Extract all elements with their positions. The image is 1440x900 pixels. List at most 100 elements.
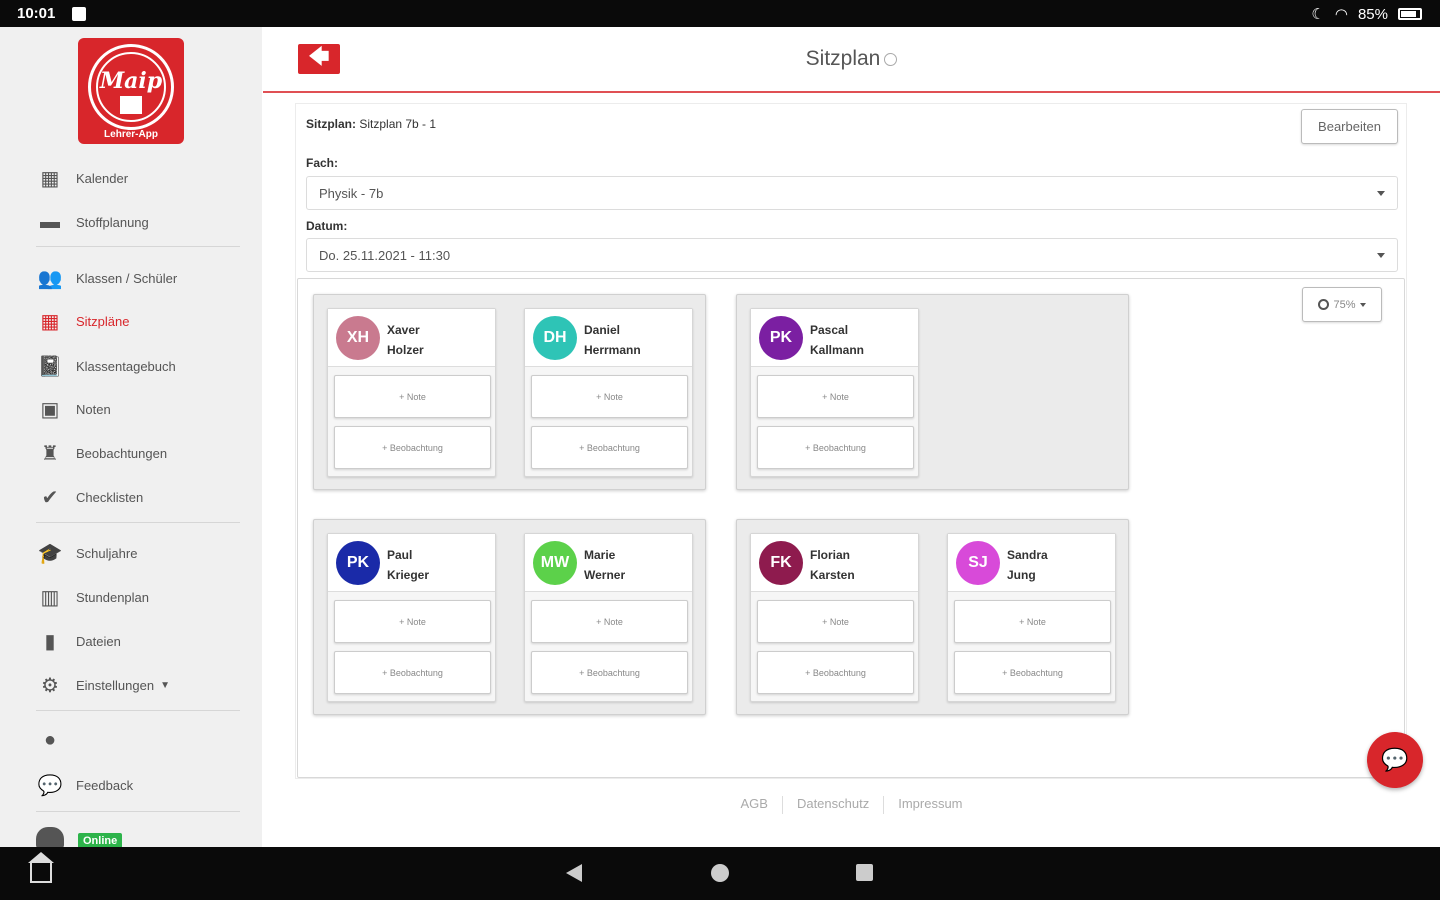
status-bar: 10:01 ☾ ◠ 85% bbox=[0, 0, 1440, 27]
sidebar-item-einstellungen[interactable]: ⚙ Einstellungen ▼ bbox=[36, 671, 170, 699]
seat[interactable]: PK Pascal Kallmann + Note + Beobachtung bbox=[750, 308, 919, 477]
seat[interactable]: FK Florian Karsten + Note + Beobachtung bbox=[750, 533, 919, 702]
online-badge: Online bbox=[78, 833, 123, 847]
sidebar-item-profile[interactable]: ● bbox=[36, 726, 76, 754]
avatar: PK bbox=[759, 316, 803, 360]
comment-icon: 💬 bbox=[37, 774, 63, 797]
subject-select[interactable]: Physik - 7b bbox=[306, 176, 1398, 210]
sidebar-item-noten[interactable]: ▣ Noten bbox=[36, 395, 111, 423]
divider bbox=[36, 246, 240, 247]
recents-icon[interactable] bbox=[856, 864, 873, 881]
system-nav-bar bbox=[0, 847, 1440, 900]
divider bbox=[36, 811, 240, 812]
avatar: PK bbox=[336, 541, 380, 585]
edit-button[interactable]: Bearbeiten bbox=[1301, 109, 1398, 144]
sidebar-item-stoffplanung[interactable]: ▬ Stoffplanung bbox=[36, 208, 149, 236]
notification-icon bbox=[72, 7, 86, 21]
home-icon[interactable] bbox=[28, 852, 54, 883]
add-note-button[interactable]: + Note bbox=[531, 600, 688, 643]
house-icon bbox=[120, 96, 142, 114]
back-triangle-icon[interactable] bbox=[566, 864, 582, 882]
check-circle-icon: ✔ bbox=[41, 486, 59, 509]
page-title: Sitzplan bbox=[263, 47, 1440, 71]
gear-icon: ⚙ bbox=[41, 674, 59, 697]
add-note-button[interactable]: + Note bbox=[334, 375, 491, 418]
wifi-icon: ◠ bbox=[1334, 6, 1348, 23]
binoculars-icon: ♜ bbox=[41, 442, 59, 465]
seating-area: 75% XH Xaver Holzer + Note + Beobachtung … bbox=[297, 278, 1405, 778]
battery-icon bbox=[1398, 8, 1422, 20]
sidebar: Maip Lehrer-App ▦ Kalender ▬ Stoffplanun… bbox=[0, 27, 262, 847]
student-name: Pascal Kallmann bbox=[810, 323, 865, 357]
student-name: Daniel Herrmann bbox=[584, 323, 641, 357]
seat[interactable]: MW Marie Werner + Note + Beobachtung bbox=[524, 533, 693, 702]
caret-down-icon bbox=[1377, 253, 1385, 258]
add-note-button[interactable]: + Note bbox=[757, 600, 914, 643]
seat[interactable]: DH Daniel Herrmann + Note + Beobachtung bbox=[524, 308, 693, 477]
add-note-button[interactable]: + Note bbox=[334, 600, 491, 643]
seat[interactable]: XH Xaver Holzer + Note + Beobachtung bbox=[327, 308, 496, 477]
subject-label: Fach: bbox=[306, 156, 339, 170]
sidebar-item-stundenplan[interactable]: ▥ Stundenplan bbox=[36, 583, 149, 611]
desk[interactable]: PK Pascal Kallmann + Note + Beobachtung bbox=[736, 294, 1129, 490]
sidebar-item-sitzplaene[interactable]: ▦ Sitzpläne bbox=[36, 307, 130, 335]
date-label: Datum: bbox=[306, 219, 348, 233]
desk[interactable]: XH Xaver Holzer + Note + Beobachtung DH D… bbox=[313, 294, 706, 490]
date-select[interactable]: Do. 25.11.2021 - 11:30 bbox=[306, 238, 1398, 272]
moon-icon: ☾ bbox=[1311, 6, 1325, 23]
cloud-icon bbox=[36, 827, 64, 847]
student-name: Xaver Holzer bbox=[387, 323, 424, 357]
seat[interactable]: SJ Sandra Jung + Note + Beobachtung bbox=[947, 533, 1116, 702]
add-note-button[interactable]: + Note bbox=[954, 600, 1111, 643]
add-observation-button[interactable]: + Beobachtung bbox=[757, 651, 914, 694]
student-name: Marie Werner bbox=[584, 548, 626, 582]
grid-icon: ▦ bbox=[40, 310, 60, 333]
user-icon: ● bbox=[43, 728, 57, 751]
add-observation-button[interactable]: + Beobachtung bbox=[531, 426, 688, 469]
student-name: Florian Karsten bbox=[810, 548, 855, 582]
add-observation-button[interactable]: + Beobachtung bbox=[954, 651, 1111, 694]
divider bbox=[36, 522, 240, 523]
sidebar-item-beobachtungen[interactable]: ♜ Beobachtungen bbox=[36, 439, 167, 467]
desk[interactable]: PK Paul Krieger + Note + Beobachtung MW M… bbox=[313, 519, 706, 715]
book-icon: 📓 bbox=[37, 355, 63, 378]
caret-down-icon: ▼ bbox=[160, 679, 170, 691]
comments-icon: 💬 bbox=[1381, 747, 1409, 772]
zoom-dropdown[interactable]: 75% bbox=[1302, 287, 1382, 322]
sidebar-item-checklisten[interactable]: ✔ Checklisten bbox=[36, 483, 144, 511]
home-circle-icon[interactable] bbox=[711, 864, 729, 882]
sidebar-item-feedback[interactable]: 💬 Feedback bbox=[36, 771, 134, 799]
sidebar-item-klassen[interactable]: 👥 Klassen / Schüler bbox=[36, 264, 178, 292]
search-icon bbox=[1318, 299, 1330, 310]
add-note-button[interactable]: + Note bbox=[531, 375, 688, 418]
footer: AGB Datenschutz Impressum bbox=[263, 796, 1440, 814]
footer-link-impressum[interactable]: Impressum bbox=[884, 796, 976, 811]
add-observation-button[interactable]: + Beobachtung bbox=[531, 651, 688, 694]
users-icon: 👥 bbox=[37, 267, 63, 290]
file-icon: ▮ bbox=[44, 630, 56, 653]
info-icon[interactable] bbox=[884, 52, 898, 66]
chat-button[interactable]: 💬 bbox=[1367, 732, 1423, 788]
add-observation-button[interactable]: + Beobachtung bbox=[757, 426, 914, 469]
caret-down-icon bbox=[1359, 302, 1366, 307]
sidebar-item-dateien[interactable]: ▮ Dateien bbox=[36, 627, 120, 655]
desk[interactable]: FK Florian Karsten + Note + Beobachtung S… bbox=[736, 519, 1129, 715]
seat[interactable]: PK Paul Krieger + Note + Beobachtung bbox=[327, 533, 496, 702]
add-observation-button[interactable]: + Beobachtung bbox=[334, 426, 491, 469]
footer-link-datenschutz[interactable]: Datenschutz bbox=[783, 796, 883, 811]
footer-link-agb[interactable]: AGB bbox=[726, 796, 781, 811]
sidebar-item-klassentagebuch[interactable]: 📓 Klassentagebuch bbox=[36, 352, 176, 380]
columns-icon: ▥ bbox=[40, 586, 60, 609]
caret-down-icon bbox=[1377, 191, 1385, 196]
sidebar-item-schuljahre[interactable]: 🎓 Schuljahre bbox=[36, 539, 138, 567]
add-observation-button[interactable]: + Beobachtung bbox=[334, 651, 491, 694]
avatar: XH bbox=[336, 316, 380, 360]
clock: 10:01 bbox=[17, 5, 56, 22]
app-logo[interactable]: Maip Lehrer-App bbox=[78, 38, 184, 144]
add-note-button[interactable]: + Note bbox=[757, 375, 914, 418]
student-name: Sandra Jung bbox=[1007, 548, 1048, 582]
plan-name: Sitzplan: Sitzplan 7b - 1 bbox=[306, 117, 437, 131]
divider bbox=[36, 710, 240, 711]
sidebar-item-kalender[interactable]: ▦ Kalender bbox=[36, 164, 129, 192]
page-header: 🡄 Sitzplan bbox=[263, 27, 1440, 93]
